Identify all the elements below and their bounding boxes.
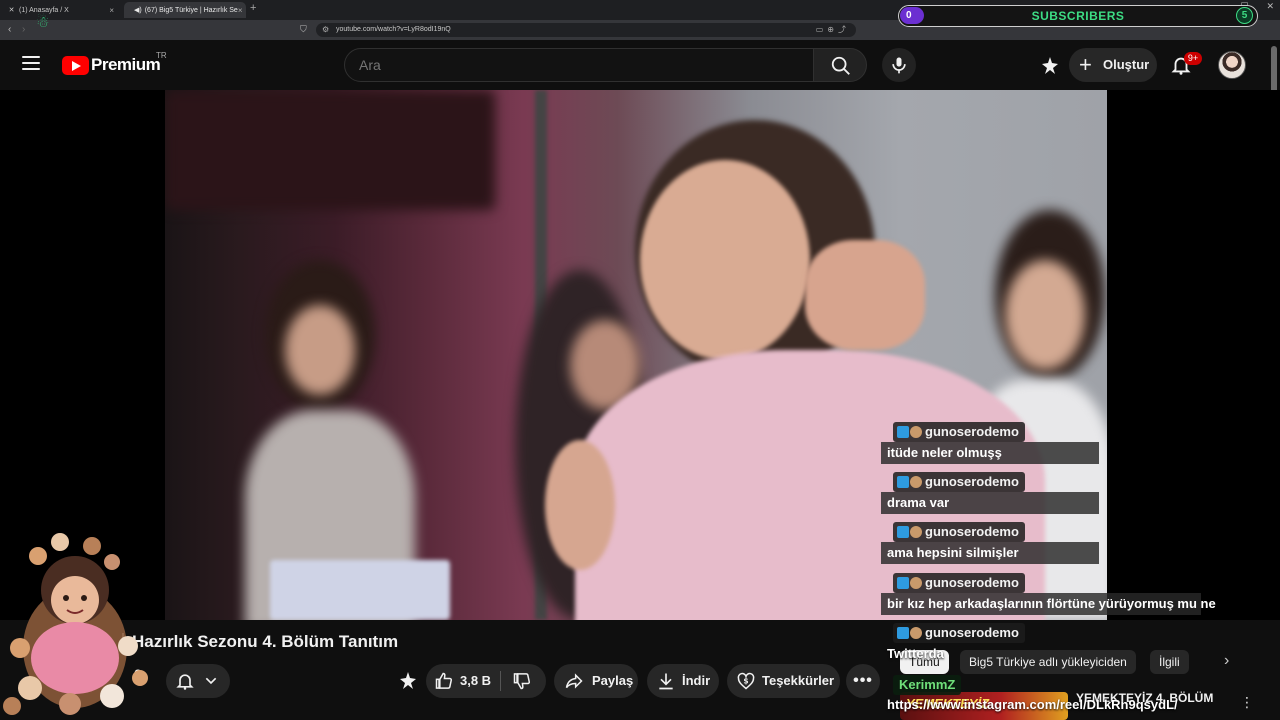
related-filter-chips: Tümü Big5 Türkiye adlı yükleyiciden İlgi…: [900, 650, 1240, 676]
chat-username: gunoserodemo: [893, 522, 1025, 542]
browser-tab-x-home[interactable]: ✕ (1) Anasayfa / X ×: [2, 2, 120, 18]
cat-badge-icon: [910, 526, 922, 538]
close-tab-icon[interactable]: ×: [238, 6, 243, 15]
address-tools-icons[interactable]: ▭⊕⤴: [816, 23, 850, 37]
thanks-label: Teşekkürler: [762, 673, 835, 688]
search-input[interactable]: [344, 48, 814, 82]
background-person-3-face: [1005, 260, 1085, 370]
youtube-premium-logo[interactable]: Premium TR: [62, 51, 167, 75]
download-label: İndir: [682, 673, 711, 688]
chip-related[interactable]: İlgili: [1150, 650, 1189, 674]
download-icon: [659, 673, 673, 690]
subscription-bell-button[interactable]: [166, 664, 230, 698]
search-button[interactable]: [813, 48, 867, 82]
cube-badge-icon: [897, 577, 909, 589]
chat-username: gunoserodemo: [893, 422, 1025, 442]
cube-badge-icon: [897, 526, 909, 538]
cat-badge-icon: [910, 577, 922, 589]
plus-icon: +: [1079, 52, 1092, 77]
svg-text:$: $: [743, 677, 748, 686]
chat-message: Twitterda: [887, 646, 944, 661]
logo-text: Premium: [91, 55, 161, 74]
speaker-icon[interactable]: ◀): [134, 6, 142, 14]
address-bar[interactable]: ⚙ youtube.com/watch?v=LyR8odI19nQ ▭⊕⤴: [316, 23, 856, 37]
background-person-face: [285, 305, 355, 395]
super-thanks-icon: $: [737, 672, 755, 690]
cube-badge-icon: [897, 627, 909, 639]
chat-message: bir kız hep arkadaşlarının flörtüne yürü…: [881, 593, 1216, 615]
site-info-icon[interactable]: ⚙: [322, 23, 329, 37]
download-button[interactable]: İndir: [647, 664, 719, 698]
search-icon: [831, 56, 850, 75]
subscriber-goal-overlay: 0 SUBSCRIBERS 5: [898, 5, 1258, 27]
microphone-icon: [892, 57, 906, 74]
more-vert-icon[interactable]: ⋮: [1240, 694, 1254, 711]
share-icon: [565, 673, 583, 689]
chat-username: gunoserodemo: [893, 472, 1025, 492]
cat-badge-icon: [910, 476, 922, 488]
ask-ai-sparkle-icon[interactable]: [396, 669, 420, 693]
bookmark-icon[interactable]: ⛉: [300, 24, 307, 35]
chat-username: gunoserodemo: [893, 623, 1025, 643]
like-separator: [500, 671, 501, 691]
chat-username: KerimmZ: [893, 675, 962, 695]
close-window-icon[interactable]: ✕: [1266, 1, 1274, 12]
youtube-play-icon: [62, 55, 89, 75]
url-text: youtube.com/watch?v=LyR8odI19nQ: [336, 26, 451, 33]
like-dislike-group: 3,8 B: [426, 664, 546, 698]
subscriber-goal: 5: [1236, 7, 1253, 24]
video-player[interactable]: [0, 90, 1280, 620]
streamer-mascot-illustration: [3, 533, 148, 715]
chat-username: gunoserodemo: [893, 573, 1025, 593]
background-sign: [165, 90, 495, 210]
chevron-down-icon: [205, 677, 217, 685]
chat-message: ama hepsini silmişler: [881, 542, 1099, 564]
chat-message: https://www.instagram.com/reel/DLkRn9qsy…: [887, 697, 1178, 712]
create-label: Oluştur: [1103, 57, 1150, 72]
country-code: TR: [156, 51, 167, 60]
tab-title: (67) Big5 Türkiye | Hazırlık Se: [144, 6, 238, 14]
new-tab-button[interactable]: +: [250, 2, 256, 14]
cube-badge-icon: [897, 426, 909, 438]
subscriber-label: SUBSCRIBERS: [1031, 9, 1125, 23]
like-count[interactable]: 3,8 B: [460, 664, 491, 698]
thumbs-up-icon[interactable]: [434, 671, 454, 691]
cat-badge-icon: [910, 426, 922, 438]
thanks-button[interactable]: $ Teşekkürler: [727, 664, 840, 698]
notification-badge: 9+: [1184, 52, 1202, 65]
thumbs-down-icon[interactable]: [512, 671, 532, 691]
back-icon[interactable]: ‹: [8, 24, 11, 35]
forward-icon[interactable]: ›: [22, 24, 25, 35]
main-person-thumb: [545, 440, 615, 570]
voice-search-button[interactable]: [882, 48, 916, 82]
close-tab-icon[interactable]: ×: [109, 6, 114, 15]
chat-message: itüde neler olmuşş: [881, 442, 1099, 464]
chevron-right-icon[interactable]: ›: [1224, 652, 1229, 670]
video-title: Hazırlık Sezonu 4. Bölüm Tanıtım: [132, 632, 399, 651]
user-avatar[interactable]: [1218, 51, 1246, 79]
x-logo-icon: ✕: [8, 6, 15, 14]
create-button[interactable]: + Oluştur: [1069, 48, 1157, 82]
main-person-hand: [805, 240, 925, 350]
share-label: Paylaş: [592, 673, 634, 688]
ai-sparkle-icon[interactable]: [1038, 54, 1062, 78]
cube-badge-icon: [897, 476, 909, 488]
cat-badge-icon: [910, 627, 922, 639]
chip-from-uploader[interactable]: Big5 Türkiye adlı yükleyiciden: [960, 650, 1136, 674]
more-actions-button[interactable]: •••: [846, 664, 880, 698]
robot-extension-icon[interactable]: ☃: [36, 13, 49, 31]
music-stand: [270, 560, 450, 620]
hamburger-menu-icon[interactable]: [22, 56, 40, 70]
youtube-header: Premium TR + Oluştur 9+: [0, 40, 1280, 90]
main-person-face: [640, 160, 810, 360]
bell-icon: [176, 674, 194, 690]
chat-message: drama var: [881, 492, 1099, 514]
share-button[interactable]: Paylaş: [554, 664, 638, 698]
browser-tab-youtube[interactable]: ◀) (67) Big5 Türkiye | Hazırlık Se ×: [124, 2, 246, 18]
